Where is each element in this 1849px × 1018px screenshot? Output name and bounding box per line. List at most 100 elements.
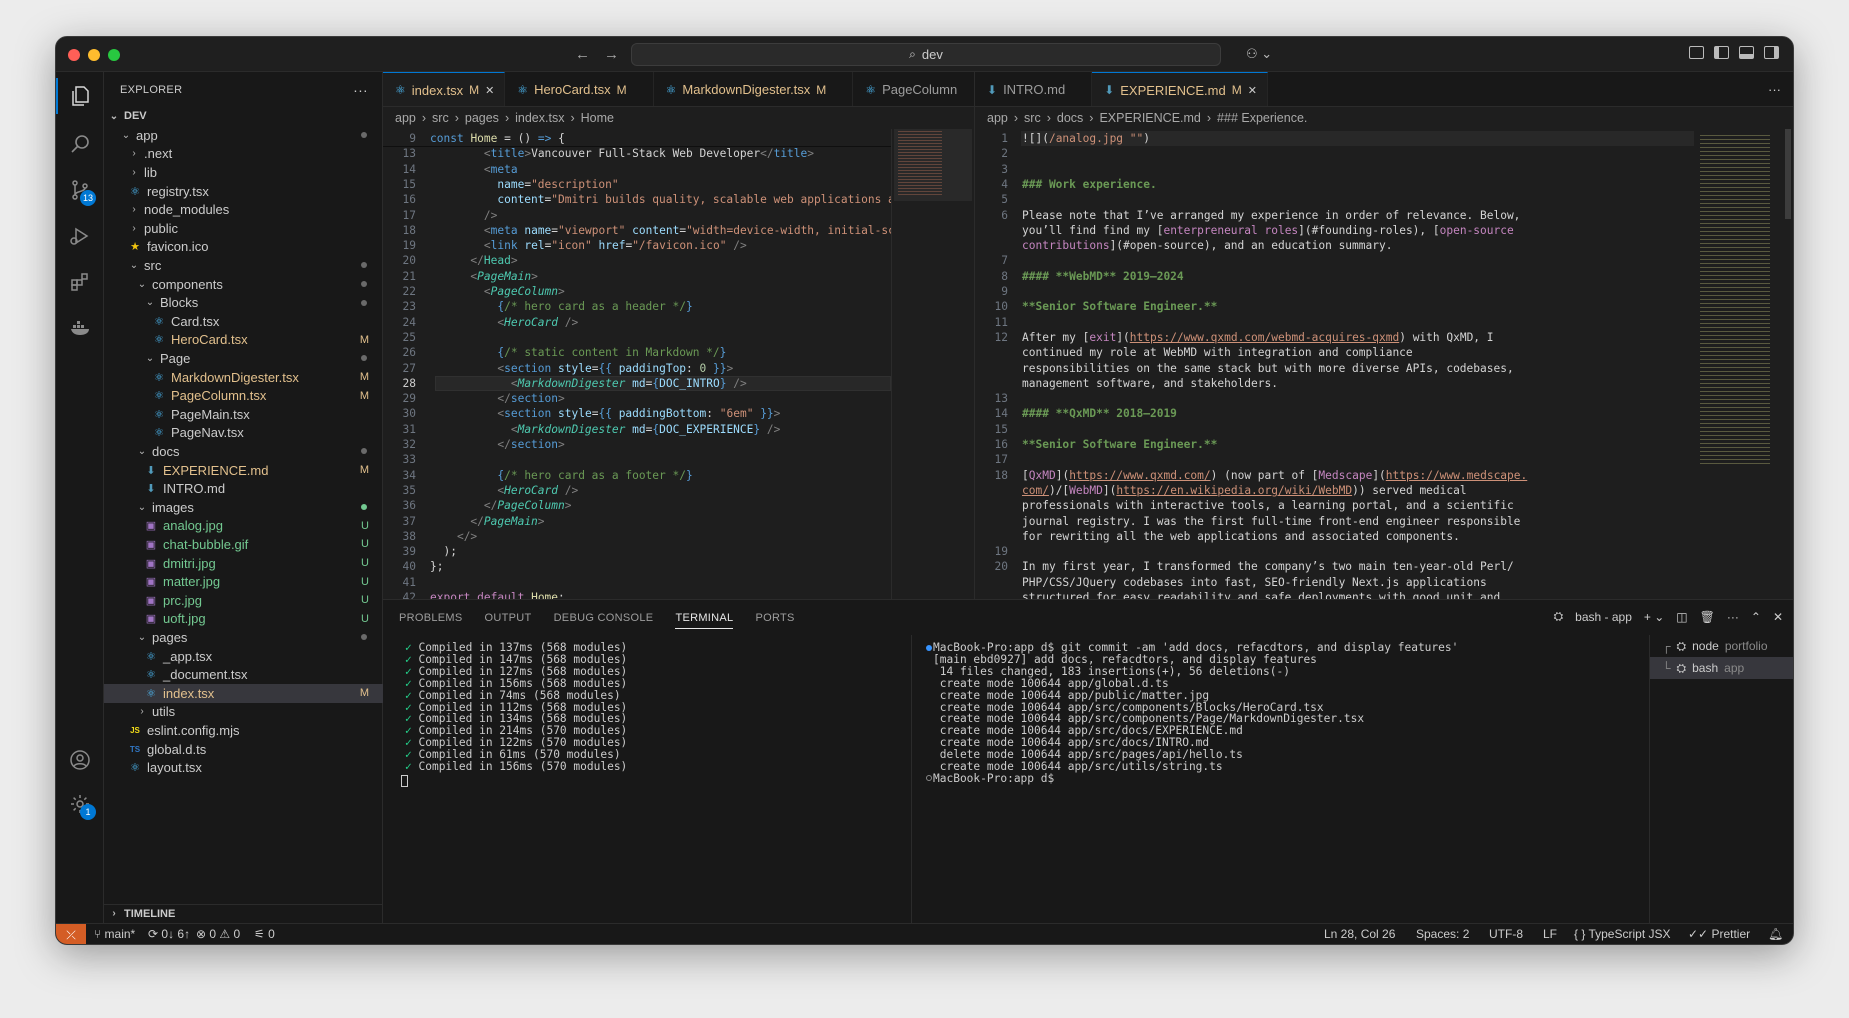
tree-item[interactable]: › public (104, 219, 383, 238)
layout-customize-icon[interactable] (1689, 46, 1704, 59)
tree-item[interactable]: ⌄ app (104, 126, 383, 145)
editor-tab[interactable]: ⚛ HeroCard.tsx M (505, 72, 654, 106)
kill-terminal-icon[interactable]: 🗑 (1700, 610, 1715, 624)
tree-item[interactable]: TS global.d.ts (104, 740, 383, 759)
close-window-button[interactable] (68, 49, 80, 61)
tree-item[interactable]: ⌄ images (104, 498, 383, 517)
tree-item[interactable]: ⚛ _app.tsx (104, 647, 383, 666)
explorer-icon[interactable] (68, 84, 92, 108)
tree-item[interactable]: ▣ matter.jpg U (104, 572, 383, 591)
settings-gear-icon[interactable]: 1 (68, 792, 96, 820)
tree-item[interactable]: ⚛ HeroCard.tsx M (104, 331, 383, 350)
right-terminal[interactable]: MacBook-Pro:app d$ git commit -am 'add d… (933, 642, 1458, 785)
tree-item[interactable]: ⌄ Blocks (104, 293, 383, 312)
close-panel-icon[interactable]: ✕ (1773, 610, 1783, 624)
remote-indicator-icon[interactable]: ⤫ (56, 924, 86, 944)
tree-item[interactable]: › .next (104, 145, 383, 164)
tree-item[interactable]: ⚛ layout.tsx (104, 758, 383, 777)
right-markdown-editor[interactable]: 1 ![](/analog.jpg "") 2 3 4 ### Work experien… (974, 129, 1694, 599)
terminal-instance[interactable]: └ ⛭ bash app (1650, 657, 1793, 679)
breadcrumb-item[interactable]: docs (1057, 111, 1083, 125)
tree-item[interactable]: ⚛ Card.tsx (104, 312, 383, 331)
tree-item[interactable]: ★ favicon.ico (104, 238, 383, 257)
toggle-secondary-sidebar-icon[interactable] (1764, 46, 1779, 59)
breadcrumb-item[interactable]: Home (581, 111, 614, 125)
editor-tab[interactable]: ⚛ index.tsx M ✕ (383, 72, 506, 106)
toggle-sidebar-icon[interactable] (1714, 46, 1729, 59)
run-debug-icon[interactable] (68, 224, 92, 248)
tree-item[interactable]: › lib (104, 163, 383, 182)
tree-item[interactable]: ⌄ pages (104, 628, 383, 647)
zoom-window-button[interactable] (108, 49, 120, 61)
editor-tab[interactable]: ⬇ EXPERIENCE.md M ✕ (1092, 72, 1268, 106)
minimize-window-button[interactable] (88, 49, 100, 61)
tree-item[interactable]: JS eslint.config.mjs (104, 721, 383, 740)
forward-arrow-icon[interactable]: → (604, 46, 619, 63)
right-minimap[interactable] (1694, 129, 1793, 599)
search-icon[interactable] (68, 132, 92, 156)
toggle-panel-icon[interactable] (1739, 46, 1754, 59)
breadcrumb-item[interactable]: ### Experience. (1217, 111, 1307, 125)
tree-item[interactable]: ⌄ components (104, 275, 383, 294)
panel-tab-output[interactable]: OUTPUT (485, 612, 532, 624)
right-editor-more-icon[interactable]: ··· (1768, 82, 1781, 97)
panel-tab-debug-console[interactable]: DEBUG CONSOLE (554, 612, 654, 624)
source-control-icon[interactable]: 13 (68, 178, 97, 206)
editor-tab[interactable]: ⚛ MarkdownDigester.tsx M (654, 72, 854, 106)
editor-tab[interactable]: ⚛ PageColumn (853, 72, 974, 106)
ports-status[interactable]: ⚟ 0 (254, 927, 275, 941)
left-minimap[interactable] (891, 129, 974, 599)
workspace-root[interactable]: ⌄ DEV (104, 107, 383, 126)
sync-status[interactable]: ⟳ 0↓ 6↑ (148, 927, 190, 941)
shell-label[interactable]: bash - app (1575, 610, 1632, 624)
breadcrumb-item[interactable]: src (1024, 111, 1041, 125)
panel-tab-ports[interactable]: PORTS (755, 612, 794, 624)
more-actions-icon[interactable]: ··· (353, 82, 368, 98)
tree-item[interactable]: ▣ prc.jpg U (104, 591, 383, 610)
close-tab-icon[interactable]: ✕ (1248, 84, 1257, 97)
editor-tab[interactable]: ⬇ INTRO.md (975, 72, 1093, 106)
prettier-status[interactable]: ✓✓ Prettier (1688, 927, 1750, 941)
tree-item[interactable]: ▣ analog.jpg U (104, 517, 383, 536)
tree-item[interactable]: ⬇ EXPERIENCE.md M (104, 461, 383, 480)
docker-icon[interactable] (68, 316, 92, 340)
tree-item[interactable]: ⚛ MarkdownDigester.tsx M (104, 368, 383, 387)
close-tab-icon[interactable]: ✕ (485, 84, 494, 97)
copilot-icon[interactable]: ⚇ ⌄ (1246, 46, 1272, 62)
tree-item[interactable]: ⌄ Page (104, 349, 383, 368)
tree-item[interactable]: ⌄ docs (104, 442, 383, 461)
panel-tab-terminal[interactable]: TERMINAL (675, 612, 734, 629)
left-terminal[interactable]: ✓ Compiled in 137ms (568 modules) ✓ Compi… (405, 642, 627, 773)
line-ending[interactable]: LF (1543, 927, 1557, 941)
panel-tab-problems[interactable]: PROBLEMS (399, 612, 463, 624)
command-center-search[interactable]: ⌕ dev (631, 43, 1221, 66)
tree-item[interactable]: ⚛ PageColumn.tsx M (104, 386, 383, 405)
tree-item[interactable]: ▣ dmitri.jpg U (104, 554, 383, 573)
cursor-position[interactable]: Ln 28, Col 26 (1324, 927, 1395, 941)
tree-item[interactable]: ▣ chat-bubble.gif U (104, 535, 383, 554)
breadcrumb-item[interactable]: EXPERIENCE.md (1099, 111, 1200, 125)
panel-more-icon[interactable]: ··· (1727, 610, 1739, 624)
tree-item[interactable]: ⚛ index.tsx M (104, 684, 383, 703)
extensions-icon[interactable] (68, 270, 92, 294)
breadcrumb-item[interactable]: app (987, 111, 1008, 125)
tree-item[interactable]: ⚛ PageNav.tsx (104, 424, 383, 443)
maximize-panel-icon[interactable]: ⌃ (1751, 610, 1761, 624)
tree-item[interactable]: ▣ uoft.jpg U (104, 610, 383, 629)
new-terminal-icon[interactable]: + ⌄ (1644, 610, 1664, 624)
encoding[interactable]: UTF-8 (1489, 927, 1523, 941)
tree-item[interactable]: ⚛ _document.tsx (104, 665, 383, 684)
breadcrumb-item[interactable]: index.tsx (515, 111, 564, 125)
tree-item[interactable]: ⚛ PageMain.tsx (104, 405, 383, 424)
indentation[interactable]: Spaces: 2 (1416, 927, 1469, 941)
breadcrumb-item[interactable]: src (432, 111, 449, 125)
terminal-instance[interactable]: ┌ ⛭ node portfolio (1650, 635, 1793, 657)
branch-status[interactable]: ⑂ main* (94, 927, 135, 941)
accounts-icon[interactable] (68, 748, 92, 772)
timeline-section[interactable]: › TIMELINE (104, 904, 383, 923)
split-terminal-icon[interactable]: ◫ (1676, 610, 1687, 624)
tree-item[interactable]: › node_modules (104, 200, 383, 219)
tree-item[interactable]: ⬇ INTRO.md (104, 479, 383, 498)
language-mode[interactable]: { } TypeScript JSX (1574, 927, 1671, 941)
left-code-editor[interactable]: 9 const Home = () => {13 <title>Vancouver… (383, 129, 891, 599)
